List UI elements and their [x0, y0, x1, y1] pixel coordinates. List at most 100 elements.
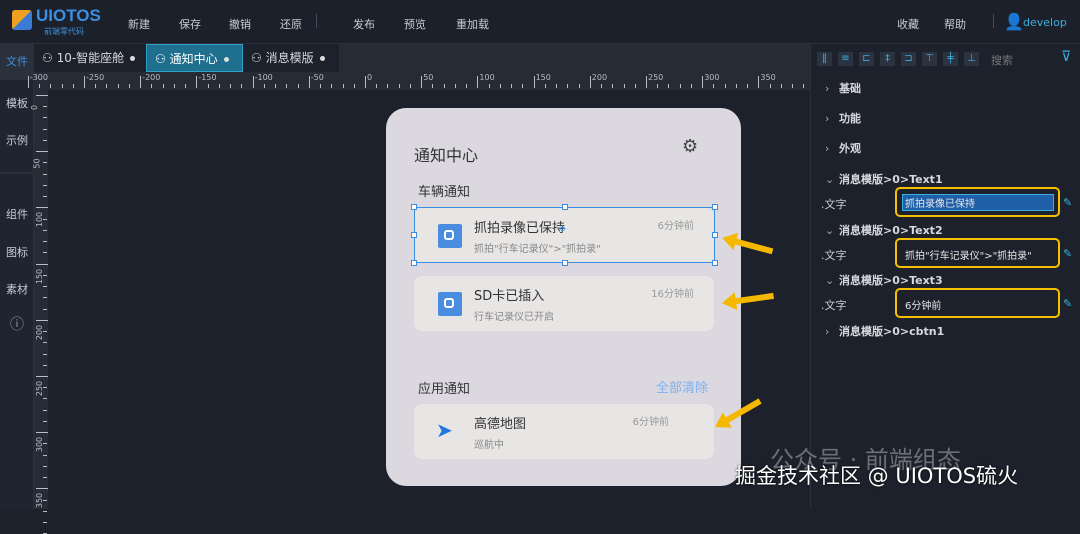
ruler-tick: [43, 184, 47, 186]
sidebar-item-component[interactable]: 组件: [0, 206, 34, 222]
ruler-tick: [43, 522, 47, 524]
link-icon[interactable]: ✎: [1063, 247, 1072, 260]
sidebar-item-icon[interactable]: 图标: [0, 244, 34, 260]
ruler-tick: [43, 128, 47, 130]
align-center-h-icon[interactable]: ‡: [880, 52, 895, 66]
item-time: 16分钟前: [651, 289, 694, 300]
ruler-tick: [43, 106, 47, 108]
align-distribute-h-icon[interactable]: ‖: [817, 52, 832, 66]
search-input[interactable]: 搜索: [991, 52, 1013, 68]
notification-item[interactable]: SD卡已插入 行车记录仪已开启 16分钟前: [414, 276, 714, 331]
link-icon[interactable]: ✎: [1063, 297, 1072, 310]
ruler-tick: [646, 76, 647, 88]
menu-redo[interactable]: 还原: [280, 16, 302, 32]
ruler-tick: [443, 84, 445, 88]
ruler-tick: [43, 252, 47, 254]
unsaved-dot: [223, 57, 229, 62]
ruler-tick: [43, 286, 47, 288]
ruler-label: 350: [35, 493, 45, 509]
menu-preview[interactable]: 预览: [404, 16, 426, 32]
ruler-label: -300: [29, 73, 48, 82]
link-icon[interactable]: ✎: [1063, 196, 1072, 209]
ruler-tick: [499, 84, 501, 88]
menu-save[interactable]: 保存: [179, 16, 201, 32]
group-text3[interactable]: ⌄ 消息模版>0>Text3: [825, 272, 943, 288]
group-function[interactable]: › 功能: [825, 110, 861, 126]
text2-input[interactable]: 抓拍"行车记录仪">"抓拍录": [895, 238, 1060, 268]
menu-publish[interactable]: 发布: [353, 16, 375, 32]
ruler-tick: [544, 84, 546, 88]
group-text1[interactable]: ⌄ 消息模版>0>Text1: [825, 171, 943, 187]
watermark: 掘金技术社区 @ UIOTOS硫火: [735, 464, 1019, 488]
text1-input[interactable]: 抓拍录像已保持: [895, 187, 1060, 217]
ruler-tick: [43, 218, 47, 220]
prop-label: .文字: [821, 299, 847, 312]
group-basic[interactable]: › 基础: [825, 80, 861, 96]
sidebar-item-material[interactable]: 素材: [0, 281, 34, 297]
ruler-tick: [196, 76, 198, 88]
ruler-tick: [803, 84, 805, 88]
tab-message-template[interactable]: ⚇ 消息模版: [243, 44, 339, 72]
group-appearance[interactable]: › 外观: [825, 140, 861, 156]
align-middle-v-icon[interactable]: ╪: [943, 52, 958, 66]
ruler-tick: [365, 76, 366, 88]
menu-new[interactable]: 新建: [128, 16, 150, 32]
ruler-tick: [72, 84, 74, 88]
ruler-tick: [43, 499, 47, 501]
sidebar-item-template[interactable]: 模板: [0, 95, 34, 111]
menu-reload[interactable]: 重加载: [456, 16, 489, 32]
ruler-tick: [578, 84, 580, 88]
ruler-tick: [466, 84, 468, 88]
group-cbtn1[interactable]: › 消息模版>0>cbtn1: [825, 323, 944, 339]
menu-help[interactable]: 帮助: [944, 16, 966, 32]
item-title: SD卡已插入: [474, 289, 545, 304]
camera-icon: [438, 292, 462, 316]
ruler-label: 150: [35, 268, 45, 284]
item-title: 高德地图: [474, 417, 527, 432]
user-icon[interactable]: 👤: [1004, 12, 1024, 31]
notification-card[interactable]: 通知中心 ⚙ 车辆通知 抓拍录像已保持 抓拍"行车记录仪">"抓拍录" 6分钟前…: [386, 108, 741, 486]
ruler-tick: [409, 84, 411, 88]
tab-notification-center[interactable]: ⚇ 通知中心: [146, 44, 243, 72]
ruler-tick: [43, 297, 47, 299]
ruler-tick: [43, 173, 47, 175]
align-top-icon[interactable]: ⊤: [922, 52, 937, 66]
tree-icon: ⚇: [251, 51, 266, 65]
ruler-tick: [690, 84, 692, 88]
text3-input[interactable]: 6分钟前: [895, 288, 1060, 318]
app-section-title: 应用通知: [418, 382, 471, 397]
clear-all-link[interactable]: 全部清除: [656, 377, 708, 396]
align-distribute-v-icon[interactable]: ≡: [838, 52, 853, 66]
ruler-tick: [342, 84, 344, 88]
align-right-icon[interactable]: ⊐: [901, 52, 916, 66]
ruler-label: 100: [35, 212, 45, 228]
ruler-label: 150: [535, 73, 551, 82]
ruler-tick: [173, 84, 175, 88]
menu-undo[interactable]: 撤销: [229, 16, 251, 32]
filter-icon[interactable]: ⊽: [1061, 49, 1071, 65]
notification-item[interactable]: ➤ 高德地图 巡航中 6分钟前: [414, 404, 714, 459]
ruler-tick: [36, 151, 48, 153]
ruler-tick: [477, 76, 479, 88]
menu-favorite[interactable]: 收藏: [897, 16, 919, 32]
ruler-tick: [185, 84, 187, 88]
prop-label: .文字: [821, 249, 847, 262]
username[interactable]: develop: [1023, 16, 1067, 29]
gear-icon[interactable]: ⚙: [682, 136, 698, 157]
help-icon[interactable]: ⓘ: [0, 314, 34, 334]
align-bottom-icon[interactable]: ⊥: [964, 52, 979, 66]
ruler-tick: [36, 488, 48, 490]
ruler-tick: [36, 376, 48, 377]
ruler-tick: [331, 84, 333, 88]
group-text2[interactable]: ⌄ 消息模版>0>Text2: [825, 222, 943, 238]
ruler-tick: [286, 84, 288, 88]
horizontal-ruler: -300 -250 -200 -150 -100 -50 0 50 100 150 200 250 30…: [27, 72, 810, 90]
item-subtitle: 巡航中: [474, 440, 504, 451]
ruler-tick: [421, 76, 423, 88]
sidebar-item-example[interactable]: 示例: [0, 132, 34, 148]
align-left-icon[interactable]: ⊏: [859, 52, 874, 66]
selection-box[interactable]: ⌖: [411, 204, 718, 266]
ruler-tick: [43, 465, 47, 467]
ruler-tick: [106, 84, 108, 88]
tab-smart-cockpit[interactable]: ⚇ 10-智能座舱: [34, 44, 146, 72]
